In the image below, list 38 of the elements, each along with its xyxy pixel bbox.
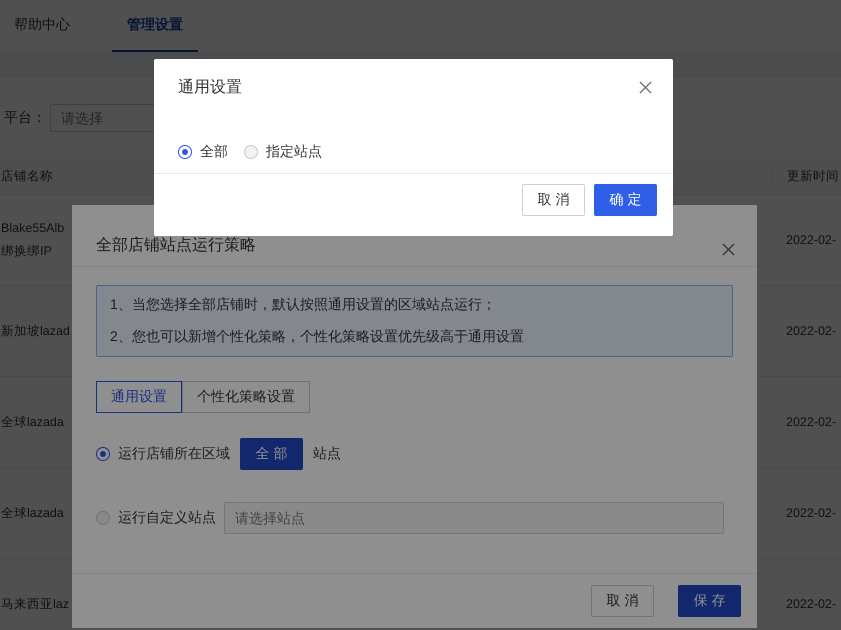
- column-header: 更新时间: [771, 168, 839, 184]
- table-cell-text: 2022-02-: [785, 415, 836, 429]
- option-suffix: 站点: [313, 445, 341, 463]
- confirm-button[interactable]: 确 定: [594, 184, 657, 216]
- option-label: 运行自定义站点: [118, 509, 216, 527]
- radio-button[interactable]: [178, 145, 192, 159]
- radio-button[interactable]: [244, 145, 258, 159]
- cancel-button[interactable]: 取 消: [591, 585, 654, 617]
- cancel-button[interactable]: 取 消: [522, 184, 585, 216]
- table-cell: 马来西亚laz: [1, 596, 69, 612]
- radio-button[interactable]: [96, 447, 110, 461]
- radio-button[interactable]: [96, 511, 110, 525]
- option-label: 运行店铺所在区域: [118, 445, 230, 463]
- column-header: 店铺名称: [0, 168, 54, 184]
- table-cell-text: 2022-02-: [785, 597, 836, 611]
- site-select[interactable]: 请选择站点: [224, 502, 724, 534]
- note-text: 1、当您选择全部店铺时，默认按照通用设置的区域站点运行；: [110, 296, 497, 314]
- page-tab[interactable]: 帮助中心: [0, 0, 84, 52]
- table-cell: 新加坡lazad: [1, 322, 70, 340]
- settings-tab[interactable]: 个性化策略设置: [182, 381, 310, 413]
- option-label: 指定站点: [266, 143, 322, 161]
- dialog-title: 通用设置: [178, 78, 242, 98]
- close-icon[interactable]: [639, 81, 652, 94]
- table-cell-text: 2022-02-: [785, 506, 836, 520]
- table-cell-text: 2022-02-: [785, 233, 836, 247]
- note-text: 2、您也可以新增个性化策略，个性化策略设置优先级高于通用设置: [110, 328, 525, 346]
- all-button[interactable]: 全 部: [240, 438, 303, 470]
- table-cell: Blake55Alb: [1, 220, 64, 234]
- filter-label: 平台：: [4, 109, 46, 127]
- save-button[interactable]: 保 存: [678, 585, 741, 617]
- table-cell-text: 2022-02-: [785, 324, 836, 338]
- option-label: 全部: [200, 143, 228, 161]
- close-icon[interactable]: [722, 243, 735, 256]
- table-cell: 绑换绑IP: [1, 242, 52, 260]
- dialog-title: 全部店铺站点运行策略: [96, 236, 256, 256]
- table-cell: 全球lazada: [1, 504, 64, 522]
- table-cell: 全球lazada: [1, 414, 64, 430]
- settings-tab[interactable]: 通用设置: [96, 381, 182, 413]
